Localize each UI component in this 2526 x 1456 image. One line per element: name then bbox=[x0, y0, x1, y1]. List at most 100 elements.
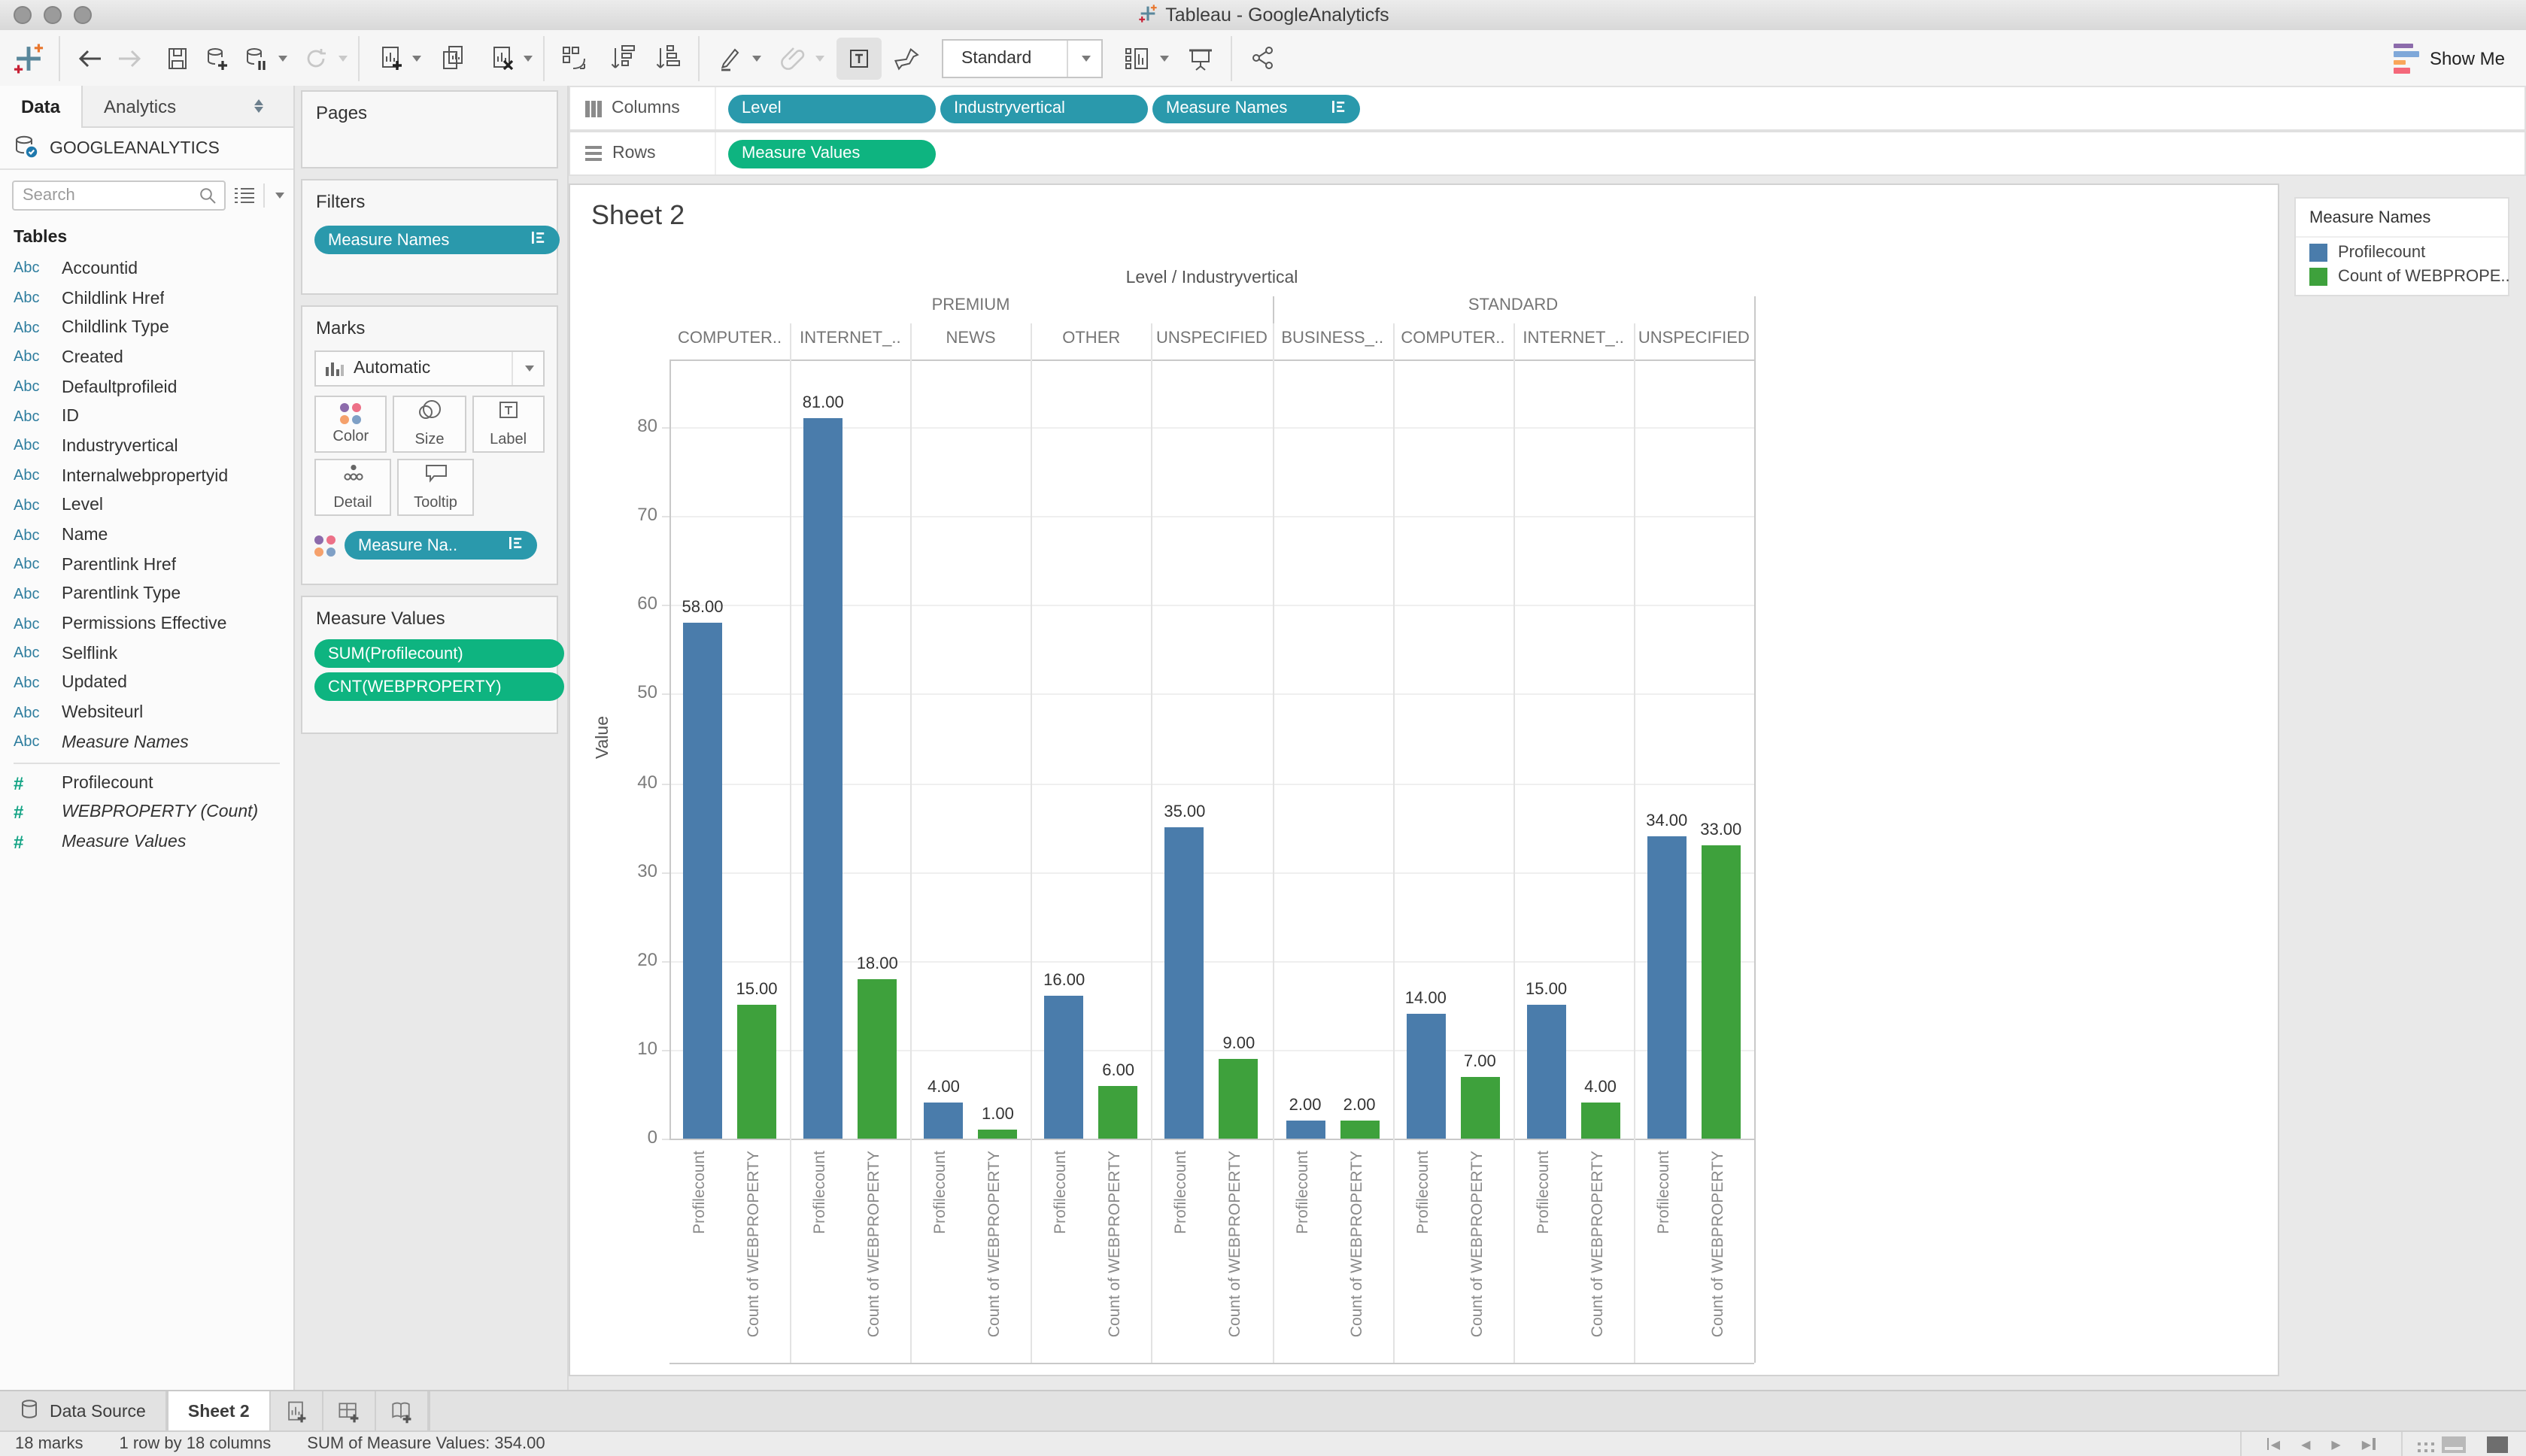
show-me-button[interactable]: Show Me bbox=[2394, 43, 2505, 73]
field-measure-names[interactable]: AbcMeasure Names bbox=[0, 728, 293, 757]
fit-selector-caret-icon[interactable] bbox=[1067, 40, 1101, 76]
pill-measure-names[interactable]: Measure Names bbox=[1152, 94, 1360, 123]
search-box[interactable] bbox=[12, 180, 226, 211]
pill-measure-na-[interactable]: Measure Na.. bbox=[345, 531, 537, 560]
industry-header[interactable]: UNSPECIFIED bbox=[1634, 329, 1754, 347]
field-industryvertical[interactable]: AbcIndustryvertical bbox=[0, 432, 293, 461]
field-webproperty-count-[interactable]: #WEBPROPERTY (Count) bbox=[0, 798, 293, 827]
bar-profilecount[interactable] bbox=[1527, 1006, 1566, 1139]
bar-count-of-webproperty[interactable] bbox=[858, 978, 897, 1139]
bar-count-of-webproperty[interactable] bbox=[1099, 1085, 1138, 1139]
bar-count-of-webproperty[interactable] bbox=[1340, 1121, 1379, 1139]
run-update-icon[interactable] bbox=[296, 37, 335, 79]
detail-button[interactable]: Detail bbox=[314, 459, 391, 516]
industry-header[interactable]: BUSINESS_.. bbox=[1272, 329, 1392, 347]
search-input[interactable] bbox=[14, 187, 191, 205]
tab-sheet-2[interactable]: Sheet 2 bbox=[167, 1391, 271, 1432]
bar-profilecount[interactable] bbox=[1406, 1014, 1445, 1139]
field-name[interactable]: AbcName bbox=[0, 520, 293, 550]
tab-data-source[interactable]: Data Source bbox=[0, 1391, 167, 1432]
bar-profilecount[interactable] bbox=[1286, 1121, 1325, 1139]
save-icon[interactable] bbox=[158, 37, 197, 79]
field-created[interactable]: AbcCreated bbox=[0, 343, 293, 372]
bar-profilecount[interactable] bbox=[803, 418, 843, 1139]
field-websiteurl[interactable]: AbcWebsiteurl bbox=[0, 699, 293, 728]
industry-header[interactable]: NEWS bbox=[910, 329, 1031, 347]
pill-measure-values[interactable]: Measure Values bbox=[728, 139, 936, 168]
field-childlink-type[interactable]: AbcChildlink Type bbox=[0, 314, 293, 343]
bar-count-of-webproperty[interactable] bbox=[737, 1006, 776, 1139]
bar-count-of-webproperty[interactable] bbox=[1460, 1076, 1499, 1139]
marks-card[interactable]: Marks Automatic Color bbox=[301, 305, 558, 585]
show-filmstrip-icon[interactable] bbox=[2442, 1436, 2466, 1452]
new-dashboard-button[interactable] bbox=[323, 1391, 376, 1432]
field-parentlink-href[interactable]: AbcParentlink Href bbox=[0, 551, 293, 580]
add-datasource-icon[interactable] bbox=[197, 37, 236, 79]
field-accountid[interactable]: AbcAccountid bbox=[0, 254, 293, 284]
pill-sum-profilecount-[interactable]: SUM(Profilecount) bbox=[314, 639, 564, 668]
measure-values-card[interactable]: Measure Values SUM(Profilecount)CNT(WEBP… bbox=[301, 596, 558, 734]
fit-selector[interactable]: Standard bbox=[942, 38, 1103, 77]
show-cards-icon[interactable] bbox=[1118, 37, 1157, 79]
field-permissions-effective[interactable]: AbcPermissions Effective bbox=[0, 610, 293, 639]
highlight-icon[interactable] bbox=[710, 37, 749, 79]
y-axis-label[interactable]: Value bbox=[594, 716, 612, 759]
pill-cnt-webproperty-[interactable]: CNT(WEBPROPERTY) bbox=[314, 672, 564, 701]
field-measure-values[interactable]: #Measure Values bbox=[0, 827, 293, 857]
window-controls[interactable] bbox=[14, 6, 92, 24]
presentation-mode-icon[interactable] bbox=[1181, 37, 1220, 79]
industry-header[interactable]: COMPUTER.. bbox=[669, 329, 790, 347]
view-as-list-icon[interactable] bbox=[233, 186, 256, 205]
industry-header[interactable]: INTERNET_.. bbox=[1513, 329, 1634, 347]
field-internalwebpropertyid[interactable]: AbcInternalwebpropertyid bbox=[0, 462, 293, 491]
first-sheet-icon[interactable]: ◀ bbox=[2267, 1437, 2280, 1451]
last-sheet-icon[interactable]: ▶ bbox=[2362, 1437, 2375, 1451]
pill-industryvertical[interactable]: Industryvertical bbox=[940, 94, 1148, 123]
pill-measure-names[interactable]: Measure Names bbox=[314, 226, 560, 254]
tooltip-button[interactable]: Tooltip bbox=[397, 459, 474, 516]
duplicate-sheet-icon[interactable] bbox=[433, 37, 472, 79]
industry-header[interactable]: UNSPECIFIED bbox=[1152, 329, 1272, 347]
tab-analytics[interactable]: Analytics bbox=[83, 86, 293, 126]
datasource-item[interactable]: GOOGLEANALYTICS bbox=[0, 128, 293, 170]
new-worksheet-button[interactable] bbox=[271, 1391, 323, 1432]
highlight-caret-icon[interactable] bbox=[752, 55, 761, 61]
bar-count-of-webproperty[interactable] bbox=[978, 1130, 1017, 1139]
field-defaultprofileid[interactable]: AbcDefaultprofileid bbox=[0, 373, 293, 402]
show-tabs-icon[interactable] bbox=[2487, 1436, 2508, 1452]
industry-header[interactable]: COMPUTER.. bbox=[1392, 329, 1513, 347]
clear-sheet-caret-icon[interactable] bbox=[524, 55, 533, 61]
bar-profilecount[interactable] bbox=[1165, 827, 1204, 1139]
pill-level[interactable]: Level bbox=[728, 94, 936, 123]
mark-type-caret-icon[interactable] bbox=[512, 352, 543, 385]
zoom-window-icon[interactable] bbox=[74, 6, 92, 24]
field-updated[interactable]: AbcUpdated bbox=[0, 669, 293, 698]
level-header-standard[interactable]: STANDARD bbox=[1272, 296, 1754, 314]
field-profilecount[interactable]: #Profilecount bbox=[0, 768, 293, 797]
bar-profilecount[interactable] bbox=[1647, 836, 1687, 1139]
collapse-pane-icon[interactable] bbox=[254, 99, 263, 113]
undo-icon[interactable] bbox=[71, 37, 110, 79]
next-sheet-icon[interactable]: ▶ bbox=[2331, 1437, 2340, 1451]
level-header-premium[interactable]: PREMIUM bbox=[669, 296, 1272, 314]
tableau-logo-icon[interactable] bbox=[9, 37, 48, 79]
minimize-window-icon[interactable] bbox=[44, 6, 62, 24]
redo-icon[interactable] bbox=[110, 37, 149, 79]
columns-shelf[interactable]: Columns LevelIndustryverticalMeasure Nam… bbox=[569, 86, 2526, 131]
field-selflink[interactable]: AbcSelflink bbox=[0, 639, 293, 669]
pause-auto-updates-icon[interactable] bbox=[236, 37, 275, 79]
clear-sheet-icon[interactable] bbox=[481, 37, 521, 79]
share-workbook-icon[interactable] bbox=[1243, 37, 1282, 79]
new-worksheet-icon[interactable] bbox=[370, 37, 409, 79]
previous-sheet-icon[interactable]: ◀ bbox=[2301, 1437, 2310, 1451]
industry-header[interactable]: OTHER bbox=[1031, 329, 1152, 347]
field-level[interactable]: AbcLevel bbox=[0, 491, 293, 520]
legend-item[interactable]: Profilecount bbox=[2296, 238, 2508, 262]
industry-header[interactable]: INTERNET_.. bbox=[790, 329, 910, 347]
new-story-button[interactable] bbox=[376, 1391, 429, 1432]
bar-count-of-webproperty[interactable] bbox=[1581, 1103, 1620, 1139]
field-id[interactable]: AbcID bbox=[0, 402, 293, 432]
show-sheet-sorter-icon[interactable] bbox=[2417, 1442, 2421, 1446]
measure-names-legend[interactable]: Measure Names ProfilecountCount of WEBPR… bbox=[2294, 197, 2509, 296]
close-window-icon[interactable] bbox=[14, 6, 32, 24]
